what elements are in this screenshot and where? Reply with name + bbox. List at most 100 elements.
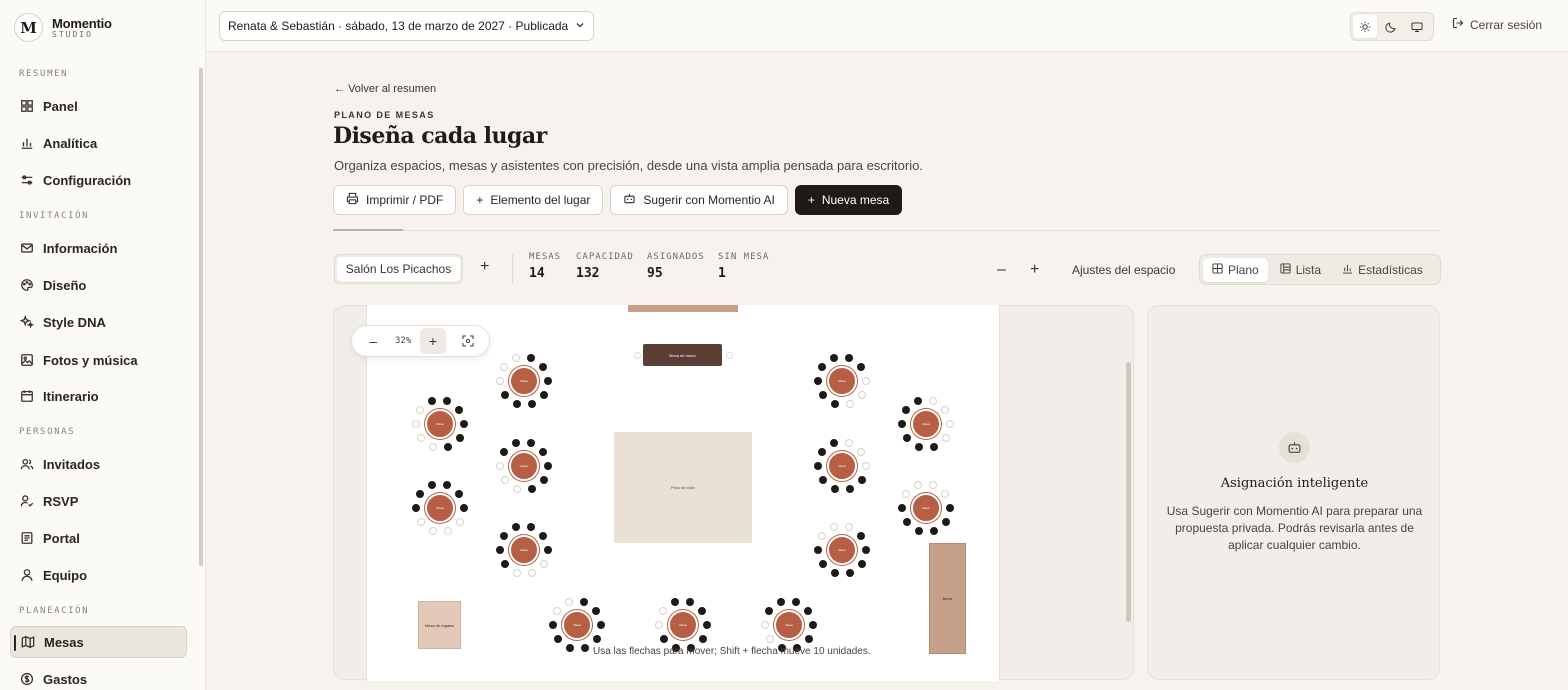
seat-assigned[interactable]: [512, 399, 521, 408]
zoom-out-button[interactable]: –: [997, 261, 1006, 279]
tab-plano[interactable]: Plano: [1203, 257, 1268, 282]
print-button[interactable]: Imprimir / PDF: [333, 185, 457, 215]
sidebar-item-gastos[interactable]: Gastos: [10, 663, 187, 690]
seat-empty[interactable]: [539, 559, 548, 568]
tab-estadisticas[interactable]: Estadísticas: [1333, 258, 1432, 282]
event-select[interactable]: Renata & Sebastián · sábado, 13 de marzo…: [219, 11, 594, 41]
round-table[interactable]: Mesa: [425, 409, 455, 439]
canvas-scrollbar[interactable]: [1126, 362, 1131, 622]
seat-empty[interactable]: [726, 352, 733, 359]
seat-empty[interactable]: [861, 376, 870, 385]
seat-assigned[interactable]: [804, 606, 813, 615]
seat-empty[interactable]: [634, 352, 641, 359]
dance-floor[interactable]: Pista de baile: [614, 432, 752, 543]
seat-assigned[interactable]: [543, 545, 552, 554]
seat-assigned[interactable]: [592, 606, 601, 615]
moon-icon[interactable]: [1379, 15, 1403, 38]
sidebar-item-invitados[interactable]: Invitados: [10, 448, 187, 480]
seat-assigned[interactable]: [945, 503, 954, 512]
seat-assigned[interactable]: [539, 475, 548, 484]
seat-assigned[interactable]: [592, 634, 601, 643]
seat-assigned[interactable]: [857, 475, 866, 484]
seat-assigned[interactable]: [539, 362, 548, 371]
sun-icon[interactable]: [1353, 15, 1377, 38]
seat-empty[interactable]: [945, 419, 954, 428]
seat-empty[interactable]: [845, 399, 854, 408]
logout-button[interactable]: Cerrar sesión: [1452, 17, 1542, 32]
sidebar-item-mesas[interactable]: Mesas: [10, 626, 187, 658]
seat-assigned[interactable]: [539, 390, 548, 399]
round-table[interactable]: Mesa: [509, 535, 539, 565]
seat-empty[interactable]: [512, 568, 521, 577]
gift-table[interactable]: Mesa de regalos: [418, 601, 461, 649]
seat-assigned[interactable]: [845, 568, 854, 577]
seat-assigned[interactable]: [857, 531, 866, 540]
suggest-ai-button[interactable]: Sugerir con Momentio AI: [610, 185, 788, 215]
fit-view-button[interactable]: [455, 328, 481, 354]
seat-empty[interactable]: [443, 526, 452, 535]
seat-empty[interactable]: [941, 489, 950, 498]
seat-assigned[interactable]: [596, 620, 605, 629]
seat-empty[interactable]: [941, 433, 950, 442]
seat-assigned[interactable]: [857, 559, 866, 568]
seat-empty[interactable]: [857, 447, 866, 456]
round-table[interactable]: Mesa: [509, 366, 539, 396]
head-table[interactable]: Mesa de honor: [643, 344, 722, 366]
zoom-plus-button[interactable]: +: [419, 328, 446, 354]
seat-assigned[interactable]: [539, 531, 548, 540]
brand[interactable]: M Momentio STUDIO: [14, 13, 112, 42]
seat-assigned[interactable]: [455, 433, 464, 442]
seat-assigned[interactable]: [941, 517, 950, 526]
round-table[interactable]: Mesa: [509, 451, 539, 481]
sidebar-item-itinerario[interactable]: Itinerario: [10, 380, 187, 412]
seat-assigned[interactable]: [804, 634, 813, 643]
sidebar-scrollbar[interactable]: [199, 68, 203, 566]
round-table[interactable]: Mesa: [425, 493, 455, 523]
add-room-button[interactable]: +: [480, 258, 489, 276]
seat-assigned[interactable]: [830, 568, 839, 577]
seat-assigned[interactable]: [455, 405, 464, 414]
seat-assigned[interactable]: [459, 503, 468, 512]
sidebar-item-diseno[interactable]: Diseño: [10, 269, 187, 301]
seat-empty[interactable]: [428, 526, 437, 535]
seat-assigned[interactable]: [527, 484, 536, 493]
round-table[interactable]: Mesa: [911, 493, 941, 523]
seat-assigned[interactable]: [861, 545, 870, 554]
seat-assigned[interactable]: [565, 643, 574, 652]
seat-assigned[interactable]: [698, 634, 707, 643]
round-table[interactable]: Mesa: [827, 451, 857, 481]
seat-assigned[interactable]: [539, 447, 548, 456]
seat-assigned[interactable]: [459, 419, 468, 428]
sidebar-item-configuracion[interactable]: Configuración: [10, 164, 187, 196]
seat-assigned[interactable]: [698, 606, 707, 615]
seat-assigned[interactable]: [914, 526, 923, 535]
seat-assigned[interactable]: [702, 620, 711, 629]
seat-empty[interactable]: [455, 517, 464, 526]
seat-assigned[interactable]: [830, 399, 839, 408]
seat-assigned[interactable]: [914, 442, 923, 451]
seat-empty[interactable]: [857, 390, 866, 399]
seat-assigned[interactable]: [543, 376, 552, 385]
sidebar-item-portal[interactable]: Portal: [10, 522, 187, 554]
seat-empty[interactable]: [527, 568, 536, 577]
space-settings-button[interactable]: Ajustes del espacio: [1072, 263, 1175, 277]
add-element-button[interactable]: + Elemento del lugar: [463, 185, 604, 215]
zoom-in-button[interactable]: +: [1030, 261, 1039, 279]
seat-empty[interactable]: [861, 461, 870, 470]
sidebar-item-rsvp[interactable]: RSVP: [10, 485, 187, 517]
seat-assigned[interactable]: [808, 620, 817, 629]
new-table-button[interactable]: + Nueva mesa: [794, 185, 903, 215]
back-link[interactable]: ← Volver al resumen: [334, 83, 436, 95]
seat-assigned[interactable]: [543, 461, 552, 470]
bar-element[interactable]: Barra: [929, 543, 966, 654]
tab-lista[interactable]: Lista: [1271, 258, 1330, 282]
round-table[interactable]: Mesa: [827, 366, 857, 396]
seat-assigned[interactable]: [929, 442, 938, 451]
venue-element-top[interactable]: [628, 305, 738, 312]
sidebar-item-analitica[interactable]: Analítica: [10, 127, 187, 159]
seat-empty[interactable]: [941, 405, 950, 414]
round-table[interactable]: Mesa: [562, 610, 592, 640]
seat-assigned[interactable]: [455, 489, 464, 498]
round-table[interactable]: Mesa: [827, 535, 857, 565]
round-table[interactable]: Mesa: [668, 610, 698, 640]
